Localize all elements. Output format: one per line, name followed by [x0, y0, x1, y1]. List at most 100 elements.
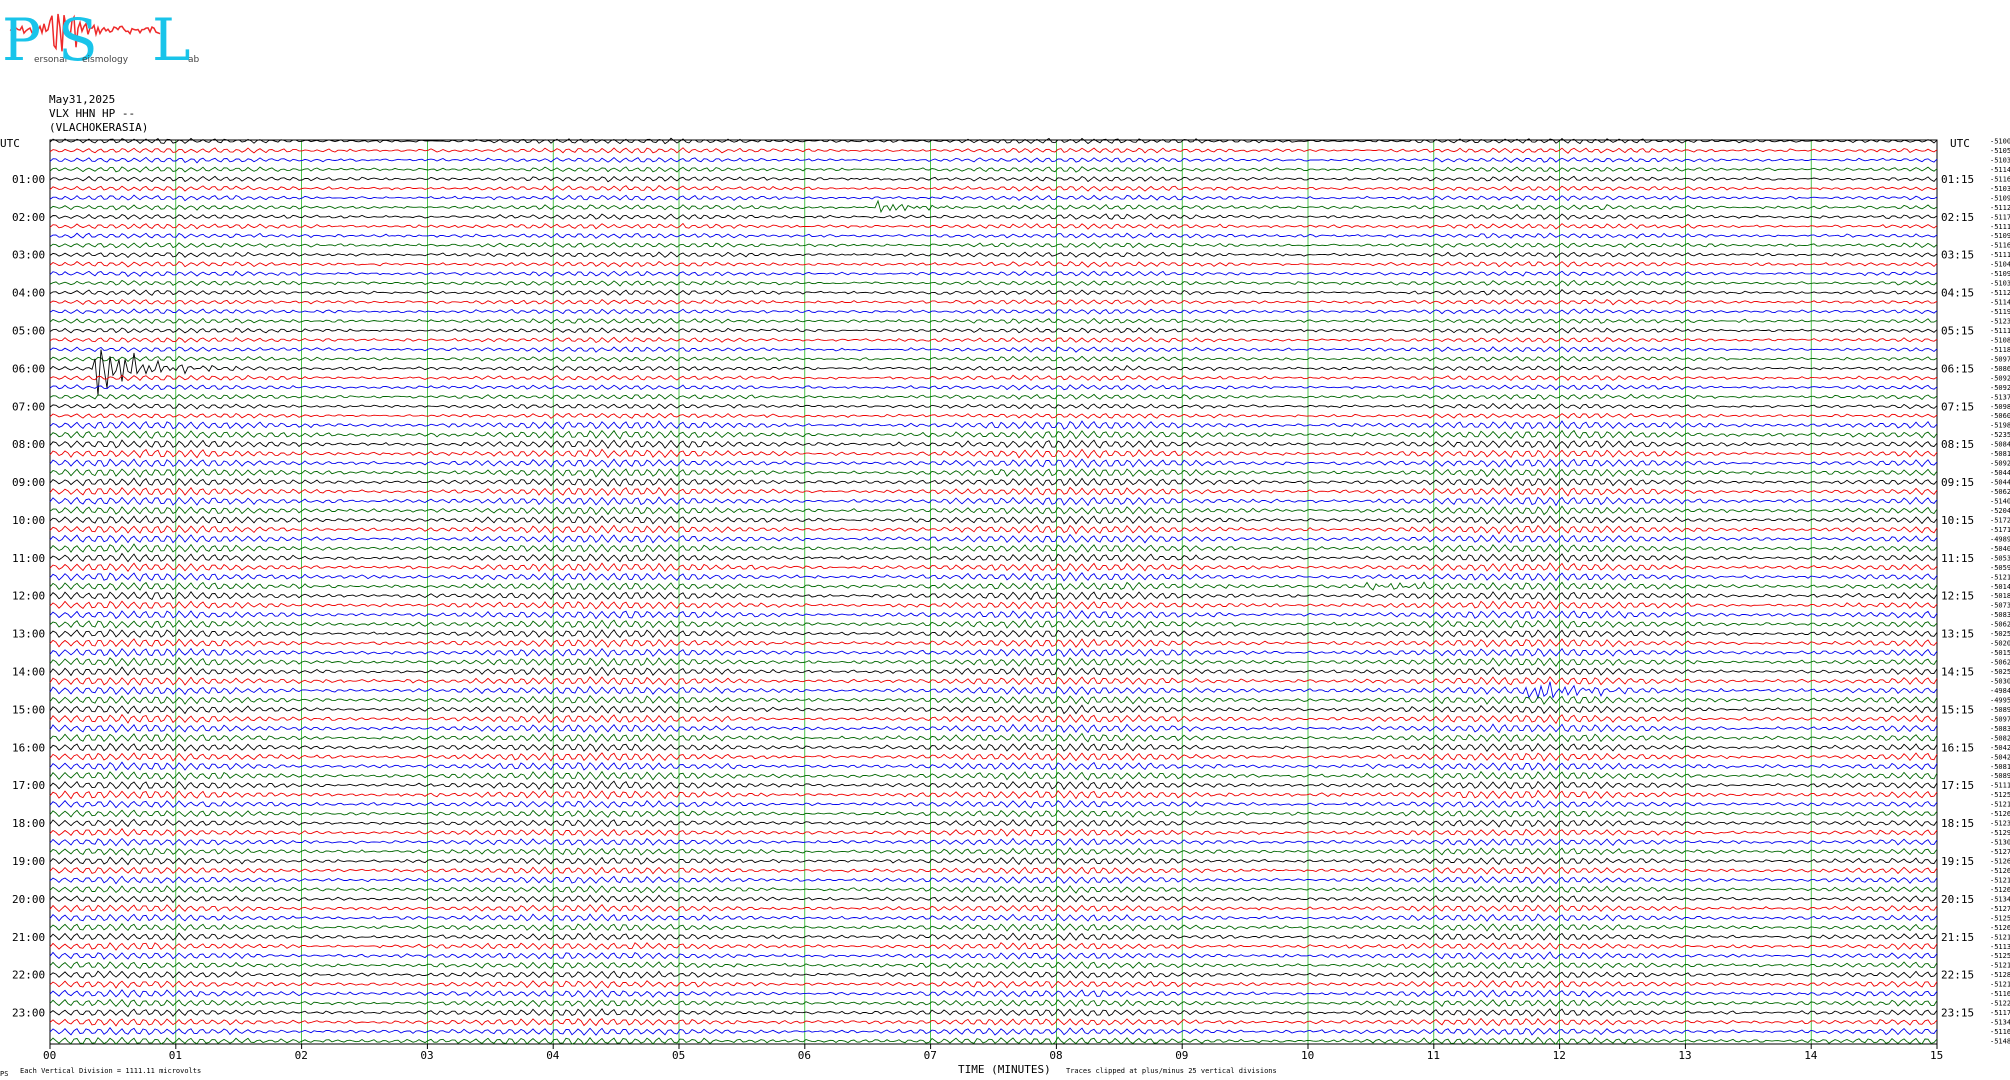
- left-hour-label: 01:00: [12, 173, 45, 186]
- record-date: May31,2025: [49, 93, 115, 106]
- row-offset-label: -5111: [1990, 327, 2010, 335]
- right-hour-label: 08:15: [1941, 438, 1974, 451]
- x-axis-title: TIME (MINUTES): [958, 1063, 1051, 1076]
- left-hour-labels: 01:00 02:00 03:00 04:00 05:00 06:00 07:00 08:00…: [12, 173, 45, 1020]
- row-offset-label: -5086: [1990, 365, 2010, 373]
- x-tick-label: 01: [169, 1049, 182, 1062]
- trace-line: [49, 866, 1938, 876]
- right-hour-label: 02:15: [1941, 211, 1974, 224]
- trace-line: [49, 1008, 1938, 1017]
- left-hour-label: 20:00: [12, 893, 45, 906]
- row-offset-label: -5059: [1990, 564, 2010, 572]
- trace-line: [49, 998, 1938, 1008]
- trace-line: [49, 638, 1938, 648]
- x-tick-label: 03: [420, 1049, 433, 1062]
- row-offset-label: -5121: [1990, 962, 2010, 970]
- trace-line: [49, 799, 1938, 809]
- row-offset-label: -5018: [1990, 592, 2010, 600]
- trace-line: [49, 619, 1938, 629]
- row-offset-label: -5109: [1990, 270, 2010, 278]
- trace-line: [49, 336, 1938, 344]
- left-hour-label: 04:00: [12, 287, 45, 300]
- left-hour-label: 14:00: [12, 666, 45, 679]
- row-offset-label: -5172: [1990, 516, 2010, 524]
- row-offset-label: -5103: [1990, 280, 2010, 288]
- trace-line: [49, 676, 1938, 686]
- row-offset-label: -5121: [1990, 876, 2010, 884]
- trace-line: [49, 581, 1938, 591]
- x-tick-label: 04: [546, 1049, 560, 1062]
- row-offset-label: -5097: [1990, 715, 2010, 723]
- trace-line: [49, 477, 1938, 487]
- row-offset-label: -5103: [1990, 156, 2010, 164]
- right-hour-label: 11:15: [1941, 552, 1974, 565]
- trace-line: [49, 780, 1938, 791]
- row-offset-label: -5092: [1990, 374, 2010, 382]
- trace-line: [49, 429, 1938, 440]
- row-offset-label: -5122: [1990, 1000, 2010, 1008]
- x-tick-label: 07: [924, 1049, 937, 1062]
- row-offset-label: -5062: [1990, 659, 2010, 667]
- row-offset-label: -5116: [1990, 175, 2010, 183]
- trace-line: [49, 1017, 1938, 1027]
- station-name: (VLACHOKERASIA): [49, 121, 148, 134]
- x-tick-label: 02: [295, 1049, 308, 1062]
- left-hour-label: 16:00: [12, 741, 45, 754]
- trace-line: [49, 789, 1938, 800]
- row-offset-label: -5092: [1990, 384, 2010, 392]
- trace-line: [49, 770, 1938, 781]
- right-hour-label: 14:15: [1941, 666, 1974, 679]
- right-hour-label: 10:15: [1941, 514, 1974, 527]
- row-offset-label: -5114: [1990, 299, 2010, 307]
- trace-line: [49, 809, 1938, 818]
- trace-line: [49, 393, 1938, 401]
- right-hour-label: 23:15: [1941, 1007, 1974, 1020]
- row-offset-label: -5148: [1990, 1038, 2010, 1046]
- trace-line: [49, 1027, 1938, 1036]
- x-tick-label: 05: [672, 1049, 685, 1062]
- row-offset-label: -5113: [1990, 943, 2010, 951]
- row-offset-label: -5062: [1990, 621, 2010, 629]
- trace-line: [49, 270, 1938, 278]
- row-offset-label: -4984: [1990, 687, 2010, 695]
- trace-line: [49, 241, 1938, 249]
- trace-line: [49, 289, 1938, 296]
- utc-label-left: UTC: [0, 137, 20, 150]
- trace-line: [49, 402, 1938, 410]
- row-offset-label: -5082: [1990, 734, 2010, 742]
- trace-line: [49, 251, 1938, 259]
- left-hour-label: 22:00: [12, 969, 45, 982]
- row-offset-label: -5062: [1990, 488, 2010, 496]
- row-offset-label: -5123: [1990, 820, 2010, 828]
- right-hour-label: 04:15: [1941, 287, 1974, 300]
- trace-line: [49, 657, 1938, 667]
- trace-line: [49, 524, 1938, 535]
- trace-line: [49, 913, 1938, 922]
- row-offset-label: -5044: [1990, 469, 2010, 477]
- row-offset-label: -5123: [1990, 318, 2010, 326]
- trace-line: [49, 412, 1938, 419]
- trace-line: [49, 732, 1938, 743]
- left-hour-label: 11:00: [12, 552, 45, 565]
- row-offset-label: -5081: [1990, 450, 2010, 458]
- row-offset-label: -5126: [1990, 886, 2010, 894]
- row-offset-label: -5126: [1990, 867, 2010, 875]
- row-offset-label: -5040: [1990, 545, 2010, 553]
- trace-line: [49, 458, 1938, 469]
- logo-text-l: ab: [188, 55, 200, 65]
- x-tick-label: 11: [1427, 1049, 1440, 1062]
- left-hour-label: 05:00: [12, 324, 45, 337]
- left-hour-label: 08:00: [12, 438, 45, 451]
- trace-line: [49, 543, 1938, 553]
- left-hour-label: 19:00: [12, 855, 45, 868]
- row-offset-label: -5025: [1990, 668, 2010, 676]
- trace-line: [49, 875, 1938, 885]
- trace-line: [49, 695, 1938, 705]
- row-offset-label: -5116: [1990, 1028, 2010, 1036]
- trace-line: [49, 308, 1938, 315]
- psl-logo: P ersonal S eismology L ab: [2, 6, 200, 74]
- trace-line: [49, 496, 1938, 507]
- row-offset-label: -5171: [1990, 526, 2010, 534]
- row-offset-label: -5121: [1990, 981, 2010, 989]
- trace-line: [49, 904, 1938, 913]
